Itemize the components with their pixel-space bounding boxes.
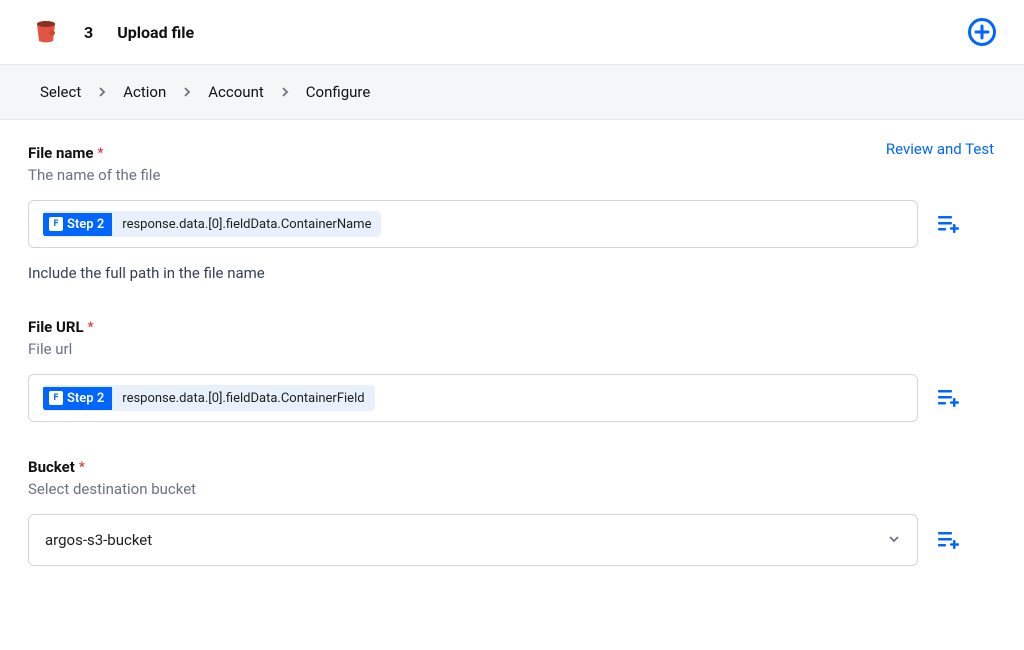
fileurl-label: File URL *	[28, 318, 996, 336]
chevron-down-icon	[887, 531, 901, 550]
fileurl-field-group: File URL * File url F Step 2 response.da…	[28, 318, 996, 422]
filename-sublabel: The name of the file	[28, 166, 996, 184]
fileurl-input[interactable]: F Step 2 response.data.[0].fieldData.Con…	[28, 374, 918, 422]
chevron-right-icon	[280, 87, 290, 97]
required-indicator: *	[98, 146, 104, 161]
add-step-button[interactable]	[968, 18, 996, 46]
pill-step-label: Step 2	[67, 217, 104, 232]
step-badge-icon: F	[49, 217, 63, 231]
bucket-label: Bucket *	[28, 458, 996, 476]
step-title: Upload file	[117, 23, 194, 42]
s3-bucket-icon	[32, 18, 60, 46]
filename-label: File name *	[28, 144, 996, 162]
filename-field-group: File name * The name of the file F Step …	[28, 144, 996, 282]
step-number: 3	[84, 23, 93, 42]
step-header: 3 Upload file	[0, 0, 1024, 65]
filename-data-pill[interactable]: F Step 2 response.data.[0].fieldData.Con…	[43, 211, 381, 237]
bucket-sublabel: Select destination bucket	[28, 480, 996, 498]
breadcrumb-configure[interactable]: Configure	[306, 83, 371, 101]
required-indicator: *	[79, 460, 85, 475]
bucket-row: argos-s3-bucket	[28, 514, 996, 566]
fileurl-data-pill[interactable]: F Step 2 response.data.[0].fieldData.Con…	[43, 385, 375, 411]
bucket-select[interactable]: argos-s3-bucket	[28, 514, 918, 566]
breadcrumb-select[interactable]: Select	[40, 83, 81, 101]
breadcrumb: Select Action Account Configure	[0, 65, 1024, 120]
fileurl-row: F Step 2 response.data.[0].fieldData.Con…	[28, 374, 996, 422]
pill-path-text: response.data.[0].fieldData.ContainerNam…	[112, 213, 381, 236]
bucket-field-group: Bucket * Select destination bucket argos…	[28, 458, 996, 566]
required-indicator: *	[88, 320, 94, 335]
filename-row: F Step 2 response.data.[0].fieldData.Con…	[28, 200, 996, 248]
insert-data-button[interactable]	[938, 215, 960, 233]
insert-data-button[interactable]	[938, 389, 960, 407]
fileurl-label-text: File URL	[28, 318, 84, 336]
filename-label-text: File name	[28, 144, 94, 162]
chevron-right-icon	[97, 87, 107, 97]
pill-step-badge: F Step 2	[43, 213, 112, 236]
fileurl-sublabel: File url	[28, 340, 996, 358]
filename-note: Include the full path in the file name	[28, 264, 996, 282]
pill-step-badge: F Step 2	[43, 387, 112, 410]
pill-step-label: Step 2	[67, 391, 104, 406]
review-and-test-link[interactable]: Review and Test	[886, 140, 994, 158]
bucket-selected-value: argos-s3-bucket	[45, 531, 152, 549]
configure-panel: Review and Test File name * The name of …	[0, 120, 1024, 650]
breadcrumb-account[interactable]: Account	[208, 83, 264, 101]
filename-input[interactable]: F Step 2 response.data.[0].fieldData.Con…	[28, 200, 918, 248]
chevron-right-icon	[182, 87, 192, 97]
insert-data-button[interactable]	[938, 531, 960, 549]
breadcrumb-action[interactable]: Action	[123, 83, 166, 101]
bucket-label-text: Bucket	[28, 458, 75, 476]
header-left: 3 Upload file	[32, 18, 194, 46]
step-badge-icon: F	[49, 391, 63, 405]
pill-path-text: response.data.[0].fieldData.ContainerFie…	[112, 387, 374, 410]
